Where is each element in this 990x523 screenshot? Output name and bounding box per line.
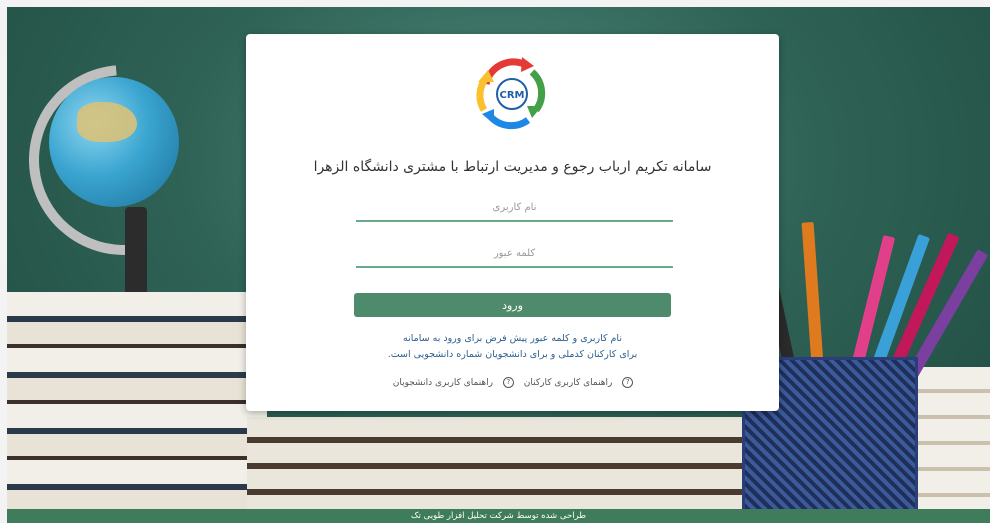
globe-land [77, 102, 137, 142]
staff-guide-link[interactable]: راهنمای کاربری کارکنان [524, 378, 613, 388]
login-note: نام کاربری و کلمه عبور پیش فرض برای ورود… [306, 331, 719, 363]
login-note-line1: نام کاربری و کلمه عبور پیش فرض برای ورود… [403, 333, 622, 344]
help-question-icon: ? [622, 377, 634, 388]
student-guide-link[interactable]: راهنمای کاربری دانشجویان [393, 378, 493, 388]
username-field[interactable] [356, 194, 673, 222]
page-title: سامانه تکریم ارباب رجوع و مدیریت ارتباط … [313, 159, 712, 175]
globe [49, 77, 179, 207]
book-stack-right [907, 367, 990, 515]
login-button[interactable]: ورود [354, 293, 671, 317]
login-card: CRM سامانه تکریم ارباب رجوع و مدیریت ارت… [246, 34, 779, 411]
footer-credit: طراحی شده توسط شرکت تحلیل افزار طوبی تک [7, 509, 990, 523]
help-links: ? راهنمای کاربری کارکنان ? راهنمای کاربر… [246, 377, 779, 388]
pencil [801, 221, 824, 373]
help-question-icon: ? [502, 377, 514, 388]
book-stack-middle [247, 417, 767, 515]
password-field[interactable] [356, 240, 673, 268]
book-stack-left [7, 292, 267, 512]
logo-text: CRM [500, 90, 525, 101]
crm-logo-icon: CRM [476, 57, 546, 130]
login-note-line2: برای کارکنان کدملی و برای دانشجویان شمار… [387, 349, 638, 360]
